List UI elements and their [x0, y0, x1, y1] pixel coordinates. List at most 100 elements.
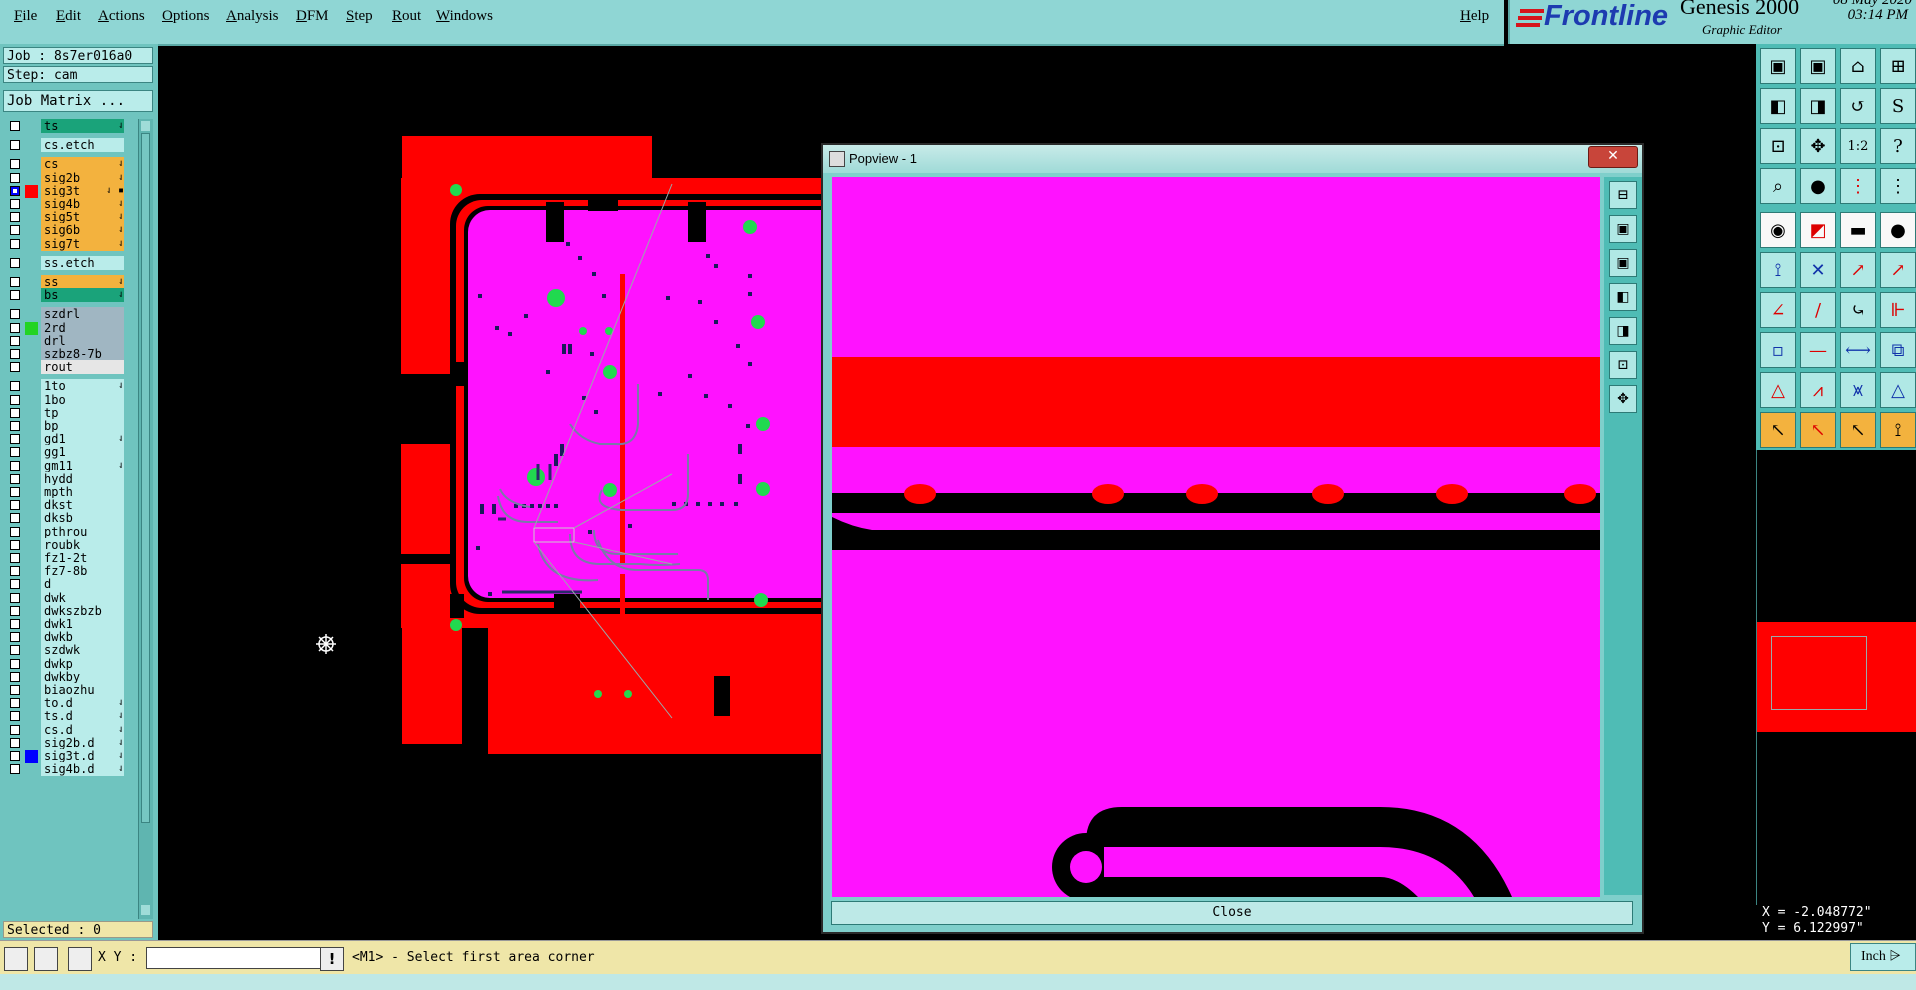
layer-name[interactable]: ss.etch: [41, 255, 124, 270]
layer-name[interactable]: d: [41, 577, 124, 592]
overview-map[interactable]: [1756, 450, 1916, 905]
popview-titlebar[interactable]: Popview - 1 ✕: [823, 145, 1642, 173]
delete-icon[interactable]: ✕: [1800, 252, 1836, 288]
layer-name[interactable]: to.d ⇃: [41, 696, 124, 711]
layer-color-swatch[interactable]: [25, 321, 38, 335]
layer-checkbox[interactable]: [10, 335, 20, 346]
bridge-icon[interactable]: ⩙: [1840, 372, 1876, 408]
xy-input[interactable]: [146, 947, 322, 969]
layer-name[interactable]: dksb: [41, 511, 124, 526]
menu-dfm[interactable]: DFM: [296, 8, 329, 25]
layer-checkbox[interactable]: [10, 553, 20, 563]
add-line-icon[interactable]: ◩: [1800, 212, 1836, 248]
pan-right-icon[interactable]: ◨: [1800, 88, 1836, 124]
layer-checkbox[interactable]: [10, 362, 20, 373]
layer-name[interactable]: dwk1: [41, 617, 124, 631]
layer-row[interactable]: sig4b.d ⇃: [4, 762, 124, 777]
center-icon[interactable]: ✥: [1800, 128, 1836, 164]
layer-checkbox[interactable]: [10, 632, 20, 643]
popview-pan-left-icon[interactable]: ◧: [1609, 283, 1637, 311]
layer-checkbox[interactable]: [10, 685, 20, 695]
measure-icon[interactable]: ⌕: [1760, 168, 1796, 204]
layer-name[interactable]: dwkp: [41, 656, 124, 671]
layer-row[interactable]: cs.etch: [4, 138, 124, 153]
layer-name[interactable]: dwkszbzb: [41, 603, 124, 618]
add-circle-icon[interactable]: ●: [1880, 212, 1916, 248]
snap-icon[interactable]: S: [1880, 88, 1916, 124]
menu-rout[interactable]: Rout: [392, 8, 421, 25]
layer-name[interactable]: cs ⇃: [41, 157, 124, 172]
window-menu-icon[interactable]: [829, 151, 845, 167]
pan-left-icon[interactable]: ◧: [1760, 88, 1796, 124]
arc-icon[interactable]: ⤿: [1840, 292, 1876, 328]
layer-checkbox[interactable]: [10, 140, 20, 151]
layer-name[interactable]: szdwk: [41, 643, 124, 658]
layer-name[interactable]: rout: [41, 360, 124, 375]
layer-checkbox[interactable]: [10, 513, 20, 524]
layer-checkbox[interactable]: [10, 460, 20, 471]
layer-name[interactable]: fz1-2t: [41, 551, 124, 565]
select-net-icon[interactable]: ⟟: [1880, 412, 1916, 448]
layer-checkbox[interactable]: [10, 605, 20, 616]
overview-viewport[interactable]: [1771, 636, 1867, 710]
zoom-out-icon[interactable]: ▣: [1800, 48, 1836, 84]
layer-name[interactable]: mpth: [41, 485, 124, 499]
fit-icon[interactable]: ⊡: [1760, 128, 1796, 164]
dimension-icon[interactable]: ⟷: [1840, 332, 1876, 368]
popview-canvas[interactable]: [832, 177, 1600, 897]
menu-edit[interactable]: Edit: [56, 8, 81, 25]
layer-checkbox[interactable]: [10, 421, 20, 431]
layer-checkbox[interactable]: [10, 447, 20, 458]
menu-windows[interactable]: Windows: [436, 8, 493, 25]
layer-checkbox[interactable]: [10, 225, 20, 236]
layer-name[interactable]: ts.d ⇃: [41, 709, 124, 724]
layer-checkbox[interactable]: [10, 500, 20, 511]
layer-name[interactable]: szdrl: [41, 307, 124, 322]
menu-step[interactable]: Step: [346, 8, 373, 25]
move-icon[interactable]: ↗: [1840, 252, 1876, 288]
select-feature-icon[interactable]: ↖: [1800, 412, 1836, 448]
layer-checkbox[interactable]: [10, 658, 20, 669]
layer-checkbox[interactable]: [10, 619, 20, 629]
layer-checkbox[interactable]: [10, 159, 20, 170]
layer-row[interactable]: ss.etch: [4, 255, 124, 271]
route-icon[interactable]: ⊩: [1880, 292, 1916, 328]
layer-checkbox[interactable]: [10, 671, 20, 682]
units-select[interactable]: Inch ⩥: [1850, 943, 1916, 971]
layer-name[interactable]: sig2b ⇃: [41, 170, 124, 185]
menu-analysis[interactable]: Analysis: [226, 8, 279, 25]
layer-checkbox[interactable]: [10, 764, 20, 775]
layer-name[interactable]: 2rd: [41, 320, 124, 335]
angle-mode-icon[interactable]: [34, 947, 58, 971]
layer-checkbox[interactable]: [10, 407, 20, 418]
add-text-icon[interactable]: ▬: [1840, 212, 1876, 248]
split-view-icon[interactable]: ⊞: [1880, 48, 1916, 84]
menu-help[interactable]: Help: [1460, 8, 1489, 25]
layer-name[interactable]: sig3t ⇃ ▪: [41, 183, 124, 198]
connect-icon[interactable]: ⟟: [1760, 252, 1796, 288]
layer-name[interactable]: tp: [41, 405, 124, 420]
layer-checkbox[interactable]: [10, 645, 20, 656]
layer-checkbox[interactable]: [10, 381, 20, 392]
layer-name[interactable]: sig4b ⇃: [41, 197, 124, 211]
select-arrow-icon[interactable]: ↖: [1760, 412, 1796, 448]
layer-checkbox[interactable]: [10, 579, 20, 590]
layer-checkbox[interactable]: [10, 751, 20, 761]
menu-file[interactable]: File: [14, 8, 37, 25]
layer-name[interactable]: bs ⇃: [41, 288, 124, 303]
layer-name[interactable]: 1bo: [41, 392, 124, 407]
layer-name[interactable]: 1to ⇃: [41, 379, 124, 394]
layer-name[interactable]: biaozhu: [41, 683, 124, 697]
layer-name[interactable]: bp: [41, 419, 124, 433]
layer-checkbox[interactable]: [10, 434, 20, 445]
popview-zoom-icon[interactable]: ⊟: [1609, 181, 1637, 209]
layer-checkbox[interactable]: [10, 592, 20, 603]
pad-edit-icon[interactable]: ▫: [1760, 332, 1796, 368]
layer-checkbox[interactable]: [10, 290, 20, 301]
layer-checkbox[interactable]: [10, 121, 20, 131]
layer-name[interactable]: ss ⇃: [41, 275, 124, 289]
snap-mode-icon[interactable]: [4, 947, 28, 971]
menu-options[interactable]: Options: [162, 8, 210, 25]
layer-name[interactable]: szbz8-7b: [41, 347, 124, 361]
layer-checkbox[interactable]: [10, 539, 20, 550]
